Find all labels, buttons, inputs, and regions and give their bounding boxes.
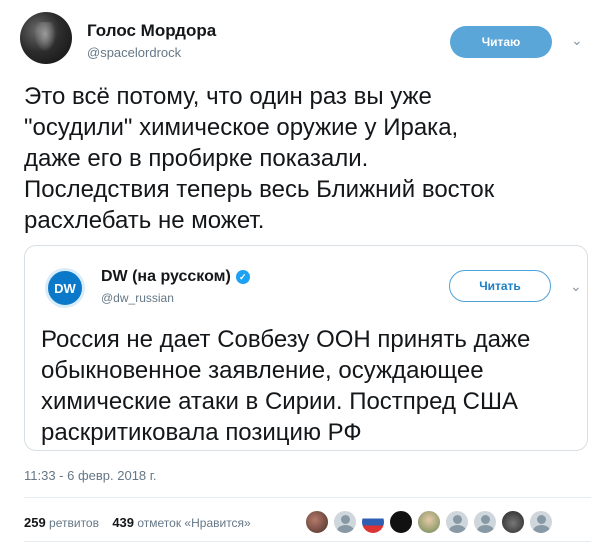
- chevron-down-icon[interactable]: ⌄: [571, 32, 583, 49]
- liker-avatar[interactable]: [529, 510, 553, 534]
- author-avatar[interactable]: [20, 12, 72, 64]
- liker-avatar[interactable]: [501, 510, 525, 534]
- liker-avatar[interactable]: [417, 510, 441, 534]
- following-button[interactable]: Читаю: [450, 26, 552, 58]
- likes-count[interactable]: 439: [112, 515, 134, 530]
- liker-avatar[interactable]: [333, 510, 357, 534]
- retweets-label[interactable]: ретвитов: [49, 516, 99, 530]
- tweet-text: Это всё потому, что один раз вы уже "осу…: [24, 83, 495, 234]
- retweets-count[interactable]: 259: [24, 515, 46, 530]
- engagement-stats: 259 ретвитов 439 отметок «Нравится»: [24, 515, 251, 530]
- tweet-timestamp[interactable]: 11:33 - 6 февр. 2018 г.: [24, 468, 157, 483]
- divider: [24, 541, 591, 542]
- liker-avatar[interactable]: [473, 510, 497, 534]
- quoted-tweet-card[interactable]: DW DW (на русском) ✓ @dw_russian Читать ⌄…: [24, 245, 588, 451]
- dw-logo-avatar[interactable]: DW: [45, 268, 85, 308]
- quoted-author-handle[interactable]: @dw_russian: [101, 291, 174, 305]
- chevron-down-icon[interactable]: ⌄: [570, 278, 582, 295]
- follow-button[interactable]: Читать: [449, 270, 551, 302]
- quoted-tweet-text: Россия не дает Совбезу ООН принять даже …: [41, 326, 531, 446]
- liker-avatar[interactable]: [305, 510, 329, 534]
- likes-label[interactable]: отметок «Нравится»: [137, 516, 250, 530]
- verified-badge-icon: ✓: [235, 270, 250, 284]
- liker-avatar[interactable]: [389, 510, 413, 534]
- liker-avatar[interactable]: [445, 510, 469, 534]
- liker-avatar[interactable]: [361, 510, 385, 534]
- likers-avatars: [305, 510, 557, 534]
- divider: [24, 497, 591, 498]
- author-name[interactable]: Голос Мордора: [87, 21, 216, 41]
- author-handle[interactable]: @spacelordrock: [87, 45, 181, 60]
- quoted-author-name[interactable]: DW (на русском) ✓: [101, 268, 250, 286]
